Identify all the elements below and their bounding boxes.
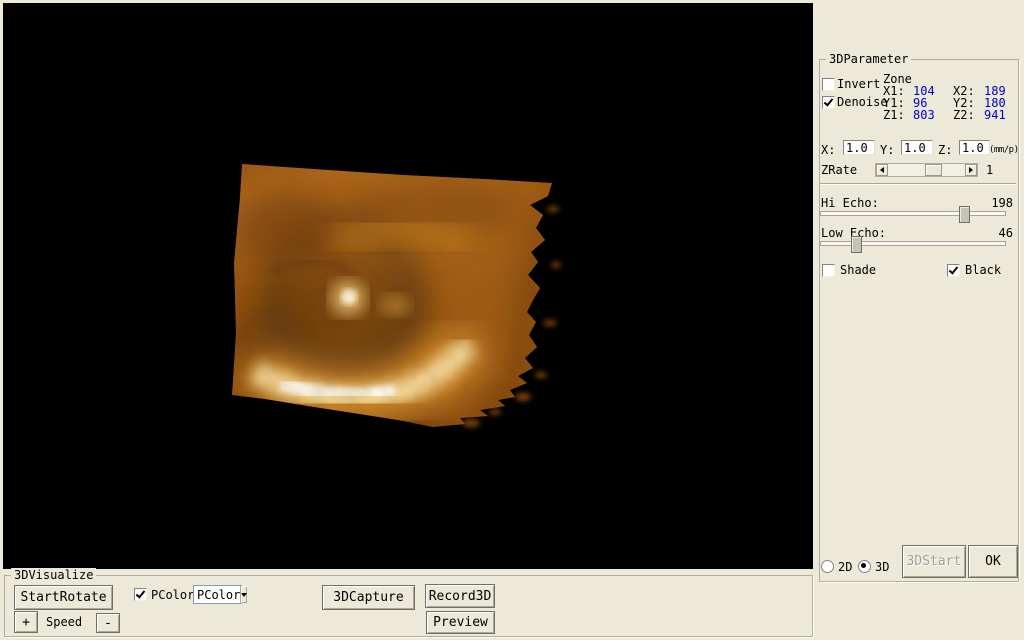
zrate-scroll-thumb[interactable]	[925, 164, 942, 176]
check-icon	[135, 588, 146, 599]
parameter-groupbox: 3DParameter Invert Denoise Zone X1: 104 …	[819, 52, 1019, 582]
visualize-groupbox: 3DVisualize StartRotate + Speed - PColor…	[4, 568, 813, 637]
speed-minus-button[interactable]: -	[96, 613, 120, 633]
hi-echo-slider-thumb[interactable]	[959, 206, 970, 223]
zrate-scrollbar[interactable]	[875, 163, 978, 177]
zone-z2-value: 941	[984, 108, 1006, 122]
low-echo-slider-track[interactable]	[820, 241, 1006, 246]
check-icon	[823, 96, 834, 107]
black-label: Black	[965, 263, 1002, 277]
hi-echo-value: 198	[991, 196, 1013, 210]
black-checkbox[interactable]	[947, 264, 960, 277]
shade-checkbox[interactable]	[822, 264, 835, 277]
check-icon	[948, 264, 959, 275]
speed-label: Speed	[46, 615, 83, 629]
start-rotate-button[interactable]: StartRotate	[14, 585, 113, 610]
scroll-right-icon	[969, 167, 973, 173]
hi-echo-label: Hi Echo:	[821, 196, 879, 210]
zone-z1-value: 803	[913, 108, 935, 122]
zone-z1-label: Z1:	[883, 108, 905, 122]
dropdown-arrow-icon	[241, 592, 248, 597]
x-scale-label: X:	[821, 143, 836, 157]
zrate-scroll-left-button[interactable]	[876, 164, 888, 176]
zrate-label: ZRate	[821, 163, 858, 177]
z-scale-field[interactable]	[959, 140, 990, 155]
pcolor-label: PColor	[151, 588, 195, 602]
denoise-label: Denoise	[837, 95, 888, 109]
low-echo-value: 46	[998, 226, 1013, 240]
scale-unit-label: (mm/p)	[989, 145, 1019, 155]
low-echo-slider-thumb[interactable]	[851, 236, 862, 253]
shade-label: Shade	[840, 263, 877, 277]
capture-3d-button[interactable]: 3DCapture	[322, 585, 415, 610]
separator	[820, 183, 1016, 185]
y-scale-field[interactable]	[901, 140, 933, 155]
mode-3d-label: 3D	[875, 560, 890, 574]
y-scale-label: Y:	[880, 143, 895, 157]
zrate-scroll-right-button[interactable]	[965, 164, 977, 176]
x-scale-field[interactable]	[843, 140, 875, 155]
start-3d-button[interactable]: 3DStart	[902, 545, 966, 578]
invert-checkbox[interactable]	[822, 78, 835, 91]
pcolor-combo-dropdown-button[interactable]	[240, 586, 248, 603]
pcolor-combobox[interactable]: PColor	[193, 585, 248, 604]
hi-echo-slider-track[interactable]	[820, 211, 1006, 216]
parameter-group-title: 3DParameter	[826, 52, 912, 66]
speed-plus-button[interactable]: +	[14, 611, 38, 633]
zone-z2-label: Z2:	[953, 108, 975, 122]
visualize-group-title: 3DVisualize	[11, 568, 97, 582]
pcolor-checkbox[interactable]	[134, 588, 147, 601]
ok-button[interactable]: OK	[968, 545, 1018, 578]
render-viewport[interactable]	[3, 3, 813, 569]
mode-3d-radio[interactable]	[858, 560, 871, 573]
ultrasound-3d-render	[232, 164, 561, 427]
z-scale-label: Z:	[938, 143, 953, 157]
preview-button[interactable]: Preview	[426, 611, 495, 634]
zrate-value: 1	[986, 163, 994, 177]
radio-dot-icon	[861, 563, 866, 568]
pcolor-combo-value: PColor	[197, 587, 241, 602]
mode-2d-radio[interactable]	[821, 560, 834, 573]
scroll-left-icon	[880, 167, 884, 173]
denoise-checkbox[interactable]	[822, 96, 835, 109]
invert-label: Invert	[837, 77, 881, 91]
mode-2d-label: 2D	[838, 560, 853, 574]
record-3d-button[interactable]: Record3D	[425, 584, 495, 608]
